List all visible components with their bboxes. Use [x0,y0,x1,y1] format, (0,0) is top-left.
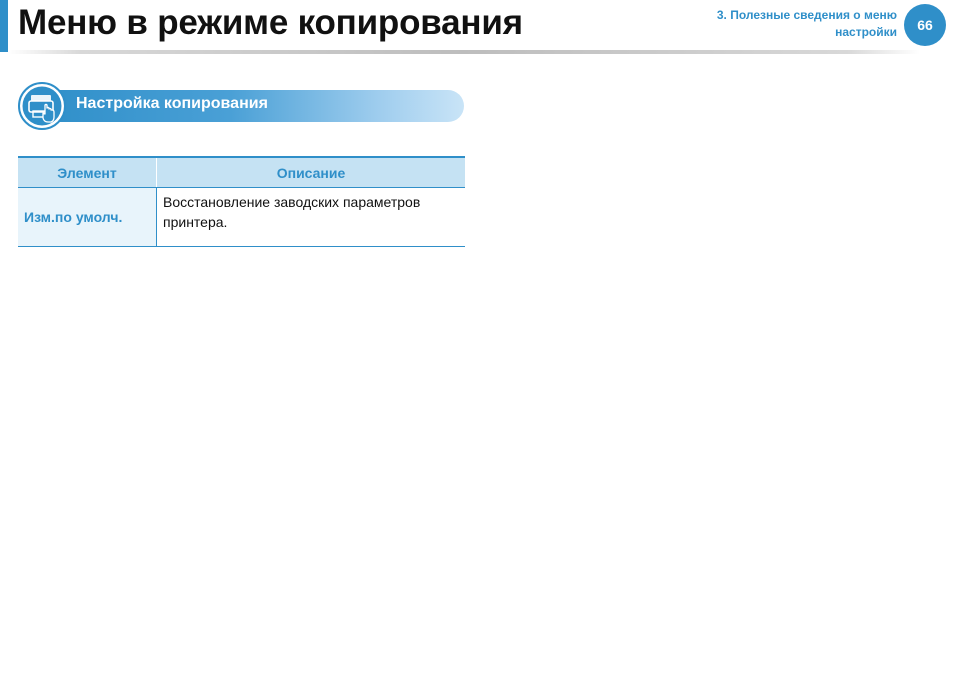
page-number-badge: 66 [904,4,946,46]
settings-table: Элемент Описание Изм.по умолч. Восстанов… [18,156,465,247]
table-header-row: Элемент Описание [18,156,465,188]
column-header-description: Описание [156,156,465,188]
table-cell-description: Восстановление заводских параметров прин… [156,187,465,247]
chapter-reference-line-2: настройки [835,25,897,39]
table-cell-element: Изм.по умолч. [18,187,157,247]
page: Меню в режиме копирования 3. Полезные св… [0,0,954,675]
chapter-reference: 3. Полезные сведения о меню настройки [717,7,897,41]
table-row: Изм.по умолч. Восстановление заводских п… [18,187,465,247]
chapter-reference-line-1: 3. Полезные сведения о меню [716,8,897,22]
section-title: Настройка копирования [76,95,268,112]
printer-hand-icon [18,82,66,130]
header-divider [8,50,920,54]
header-accent-bar [0,0,8,52]
column-header-element: Элемент [18,156,157,188]
page-title: Меню в режиме копирования [18,3,523,42]
